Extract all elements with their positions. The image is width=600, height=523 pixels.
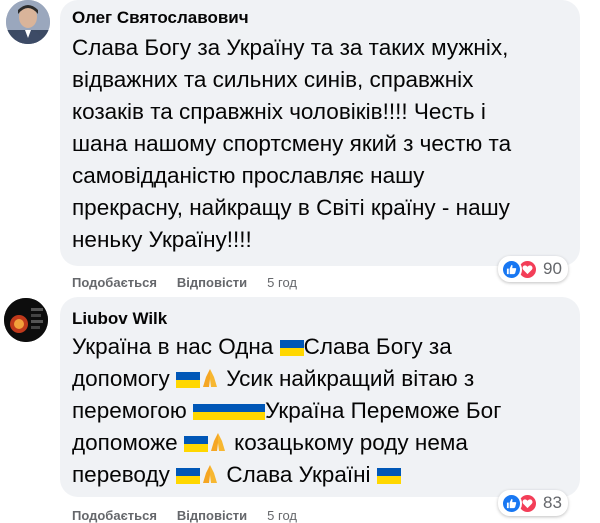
reply-button[interactable]: Відповісти <box>177 508 247 523</box>
ukraine-flag-icon <box>241 397 266 429</box>
text-segment: Слава Україні <box>220 462 377 487</box>
comment-line: неньку Україну!!!! <box>72 227 252 252</box>
text-segment: допоможе <box>72 430 184 455</box>
text-segment: допомогу <box>72 366 177 391</box>
like-button[interactable]: Подобається <box>72 275 157 290</box>
comment-2: Liubov Wilk Україна в нас Одна Слава Бог… <box>0 297 600 523</box>
praying-hands-icon <box>208 430 228 462</box>
avatar[interactable] <box>4 298 48 342</box>
praying-hands-icon <box>200 462 220 494</box>
comment-line: допомогу Усик найкращий вітаю з <box>72 363 501 395</box>
reactions-summary[interactable]: 90 <box>498 256 568 282</box>
text-segment: Україна Переможе Бог <box>265 398 502 423</box>
comment-actions: Подобається Відповісти 5 год <box>72 508 317 523</box>
comment-actions: Подобається Відповісти 5 год <box>72 275 317 290</box>
comment-text: Слава Богу за Україну та за таких мужніх… <box>72 32 511 256</box>
text-segment: козацькому роду нема <box>227 430 468 455</box>
comment-bubble: Олег Святославович Слава Богу за Україну… <box>60 0 580 266</box>
text-segment: перемогою <box>72 398 194 423</box>
reactions-summary[interactable]: 83 <box>498 490 568 516</box>
like-icon <box>501 258 522 280</box>
praying-hands-icon <box>200 366 220 398</box>
text-segment: Слава Богу за <box>303 334 452 359</box>
reaction-count: 83 <box>543 493 562 512</box>
comment-line: самовідданістю прославляє нашу <box>72 163 425 188</box>
comment-bubble: Liubov Wilk Україна в нас Одна Слава Бог… <box>60 297 580 497</box>
comment-line: відважних та сильних синів, справжніх <box>72 67 474 92</box>
like-button[interactable]: Подобається <box>72 508 157 523</box>
comment-line: Слава Богу за Україну та за таких мужніх… <box>72 35 509 60</box>
ukraine-flag-icon <box>176 365 201 397</box>
ukraine-flag-icon <box>176 461 201 493</box>
ukraine-flag-icon <box>217 397 242 429</box>
text-segment: Україна в нас Одна <box>72 334 280 359</box>
ukraine-flag-icon <box>193 397 218 429</box>
comment-line: козаків та справжніх чоловіків!!!! Честь… <box>72 99 486 124</box>
comment-line: переводу Слава Україні <box>72 459 501 491</box>
comment-line: шана нашому спортсмену який з честю та <box>72 131 512 156</box>
text-segment: Усик найкращий вітаю з <box>220 366 475 391</box>
comment-line: перемогою Україна Переможе Бог <box>72 395 501 427</box>
ukraine-flag-icon <box>376 461 401 493</box>
comment-author[interactable]: Олег Святославович <box>72 8 249 28</box>
comment-timestamp[interactable]: 5 год <box>267 508 297 523</box>
reaction-count: 90 <box>543 259 562 278</box>
ukraine-flag-icon <box>183 429 208 461</box>
avatar[interactable] <box>6 0 50 44</box>
comment-line: допоможе козацькому роду нема <box>72 427 501 459</box>
reply-button[interactable]: Відповісти <box>177 275 247 290</box>
like-icon <box>501 492 522 514</box>
comment-timestamp[interactable]: 5 год <box>267 275 297 290</box>
comment-author[interactable]: Liubov Wilk <box>72 309 167 329</box>
comment-line: прекрасну, найкращу в Світі країну - наш… <box>72 195 510 220</box>
comment-line: Україна в нас Одна Слава Богу за <box>72 331 501 363</box>
comment-text: Україна в нас Одна Слава Богу за допомог… <box>72 331 501 491</box>
ukraine-flag-icon <box>279 333 304 365</box>
text-segment: переводу <box>72 462 177 487</box>
comment-1: Олег Святославович Слава Богу за Україну… <box>0 0 600 295</box>
